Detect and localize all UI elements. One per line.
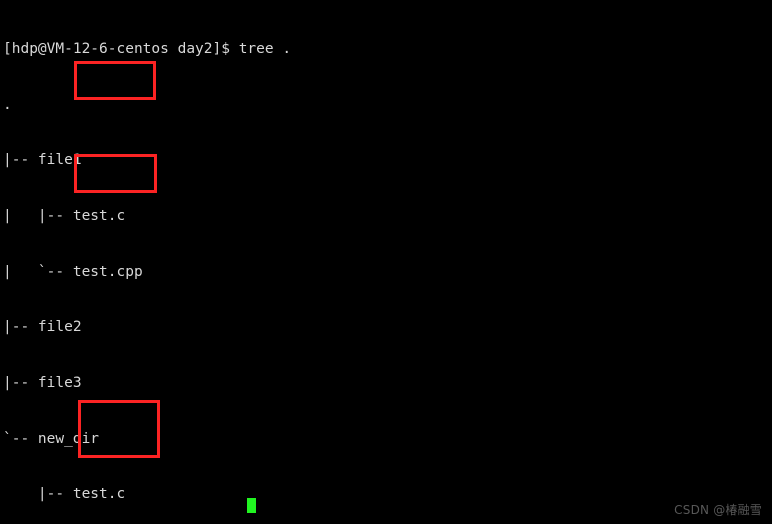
terminal-line: | `-- test.cpp xyxy=(3,263,143,280)
terminal-line: |-- file1 xyxy=(3,152,82,169)
terminal-output: [hdp@VM-12-6-centos day2]$ tree . . |-- … xyxy=(3,3,772,524)
terminal-line: |-- file3 xyxy=(3,374,82,391)
terminal-line: [hdp@VM-12-6-centos day2]$ tree . xyxy=(3,41,292,58)
terminal-line: |-- file2 xyxy=(3,319,82,336)
terminal-line: . xyxy=(3,96,12,113)
terminal-line: | |-- test.c xyxy=(3,208,126,225)
watermark: CSDN @椿融雪 xyxy=(674,503,762,518)
terminal-line: `-- new_dir xyxy=(3,430,100,447)
terminal-window[interactable]: [hdp@VM-12-6-centos day2]$ tree . . |-- … xyxy=(0,0,772,524)
terminal-line: |-- test.c xyxy=(3,486,126,503)
text-cursor xyxy=(247,498,256,513)
